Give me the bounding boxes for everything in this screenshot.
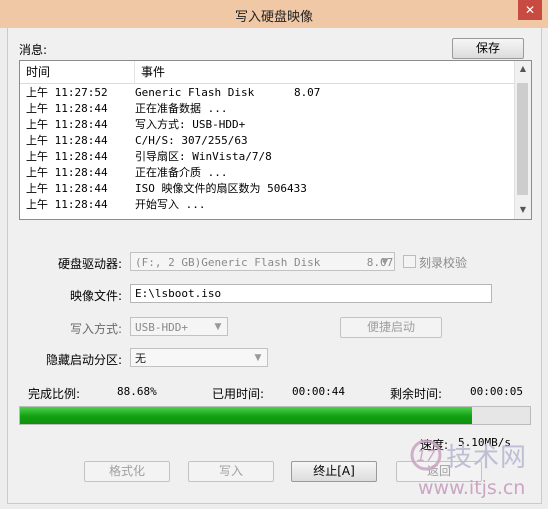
chevron-down-icon: ▼ [254, 353, 262, 363]
window-title: 写入硬盘映像 [234, 10, 313, 25]
elapsed-label: 已用时间: [212, 387, 265, 401]
scroll-up-icon[interactable]: ▲ [515, 64, 531, 73]
hidden-partition-select[interactable]: 无 ▼ [130, 348, 268, 367]
drive-select[interactable]: (F:, 2 GB)Generic Flash Disk 8.07 ▼ [130, 252, 395, 271]
messages-label: 消息: [19, 43, 48, 57]
row-event: 开始写入 ... [135, 198, 206, 211]
progress-fill [20, 407, 473, 424]
watermark-logo: 17 技术网 www.itjs.cn [404, 433, 544, 505]
elapsed-value: 00:00:44 [292, 385, 345, 398]
row-event: 正在准备介质 ... [135, 166, 228, 179]
svg-text:17: 17 [416, 447, 436, 465]
stop-button[interactable]: 终止[A] [291, 461, 377, 482]
list-item: 上午 11:27:52 Generic Flash Disk 8.07 [20, 85, 514, 101]
save-button[interactable]: 保存 [452, 38, 524, 59]
close-icon: ✕ [524, 3, 536, 17]
list-item: 上午 11:28:44 写入方式: USB-HDD+ [20, 117, 514, 133]
column-header-event[interactable]: 事件 [135, 61, 519, 84]
list-item: 上午 11:28:44 引导扇区: WinVista/7/8 [20, 149, 514, 165]
row-event: ISO 映像文件的扇区数为 506433 [135, 182, 307, 195]
image-file-input[interactable]: E:\lsboot.iso [130, 284, 492, 303]
watermark-url: www.itjs.cn [418, 477, 526, 499]
message-rows: 上午 11:27:52 Generic Flash Disk 8.07 上午 11… [20, 85, 514, 213]
quick-boot-button[interactable]: 便捷启动 [340, 317, 442, 338]
remaining-value: 00:00:05 [470, 385, 523, 398]
row-time: 上午 11:28:44 [26, 198, 108, 211]
row-time: 上午 11:28:44 [26, 102, 108, 115]
drive-value: (F:, 2 GB)Generic Flash Disk 8.07 [135, 256, 394, 269]
row-event: C/H/S: 307/255/63 [135, 134, 248, 147]
list-item: 上午 11:28:44 正在准备介质 ... [20, 165, 514, 181]
scroll-thumb[interactable] [517, 83, 528, 195]
watermark-brand: 技术网 [446, 443, 528, 473]
hidden-partition-value: 无 [135, 352, 146, 365]
list-item: 上午 11:28:44 ISO 映像文件的扇区数为 506433 [20, 181, 514, 197]
row-time: 上午 11:27:52 [26, 86, 108, 99]
remaining-label: 剩余时间: [390, 387, 443, 401]
write-button[interactable]: 写入 [188, 461, 274, 482]
row-event: 正在准备数据 ... [135, 102, 228, 115]
verify-label: 刻录校验 [419, 256, 468, 270]
list-scrollbar[interactable]: ▲ ▼ [514, 61, 531, 219]
hidden-partition-label: 隐藏启动分区: [46, 353, 123, 367]
write-mode-select[interactable]: USB-HDD+ ▼ [130, 317, 228, 336]
list-item: 上午 11:28:44 正在准备数据 ... [20, 101, 514, 117]
row-event: 写入方式: USB-HDD+ [135, 118, 246, 131]
row-time: 上午 11:28:44 [26, 118, 108, 131]
verify-checkbox[interactable] [403, 255, 416, 268]
list-item: 上午 11:28:44 C/H/S: 307/255/63 [20, 133, 514, 149]
scroll-down-icon[interactable]: ▼ [515, 205, 531, 214]
row-time: 上午 11:28:44 [26, 182, 108, 195]
column-header-time[interactable]: 时间 [20, 61, 135, 84]
list-item: 上午 11:28:44 开始写入 ... [20, 197, 514, 213]
write-mode-label: 写入方式: [70, 322, 123, 336]
write-mode-value: USB-HDD+ [135, 321, 188, 334]
row-event: 引导扇区: WinVista/7/8 [135, 150, 272, 163]
title-bar: 写入硬盘映像 ✕ [0, 0, 548, 28]
chevron-down-icon: ▼ [381, 257, 389, 267]
close-button[interactable]: ✕ [518, 0, 542, 20]
row-time: 上午 11:28:44 [26, 150, 108, 163]
drive-label: 硬盘驱动器: [58, 257, 123, 271]
complete-label: 完成比例: [28, 387, 81, 401]
write-progress-bar [19, 406, 531, 425]
message-list[interactable]: 时间 事件 上午 11:27:52 Generic Flash Disk 8.07… [19, 60, 532, 220]
row-event: Generic Flash Disk 8.07 [135, 86, 321, 99]
format-button[interactable]: 格式化 [84, 461, 170, 482]
image-file-label: 映像文件: [70, 289, 123, 303]
row-time: 上午 11:28:44 [26, 166, 108, 179]
row-time: 上午 11:28:44 [26, 134, 108, 147]
complete-value: 88.68% [117, 385, 157, 398]
chevron-down-icon: ▼ [214, 322, 222, 332]
